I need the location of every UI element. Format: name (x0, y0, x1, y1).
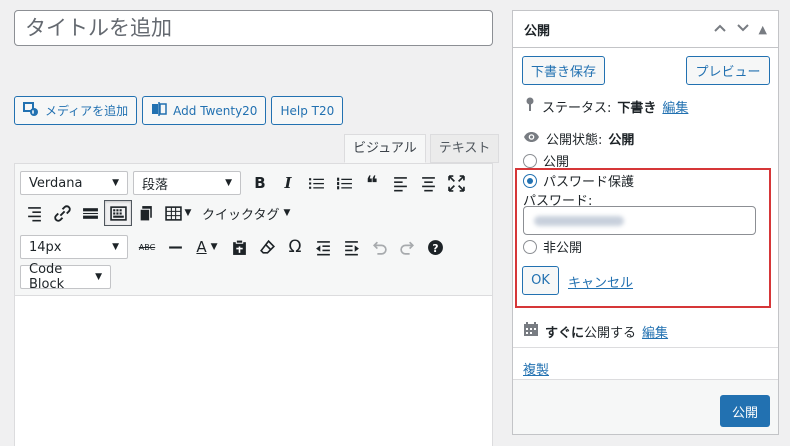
fullscreen-icon[interactable] (442, 170, 470, 196)
editor-tabs: ビジュアル テキスト (344, 134, 500, 163)
blockquote-icon[interactable]: ❝ (358, 170, 386, 196)
clear-formatting-icon[interactable] (253, 234, 281, 260)
ok-button[interactable]: OK (522, 266, 559, 295)
chevron-up-icon[interactable] (713, 23, 727, 36)
special-character-icon[interactable]: Ω (281, 234, 309, 260)
text-color-glyph: A (196, 238, 207, 256)
media-buttons: メディアを追加 Add Twenty20 Help T20 (14, 96, 344, 125)
chevron-down-icon: ▼ (283, 208, 291, 218)
status-value: 下書き (617, 100, 657, 116)
schedule-bold: すぐに (545, 325, 585, 341)
editor-toolbar: Verdana ▼ 段落 ▼ B I ❝ ▼ クイックタグ ▼ 14px ▼ ABC A… (15, 164, 492, 296)
save-draft-button[interactable]: 下書き保存 (522, 56, 605, 85)
align-left-icon[interactable] (386, 170, 414, 196)
cancel-label: キャンセル (568, 276, 634, 291)
link-icon[interactable] (48, 200, 76, 226)
block-format-value: 段落 (142, 177, 169, 193)
tab-visual[interactable]: ビジュアル (344, 134, 426, 163)
collapse-triangle-icon[interactable]: ▲ (759, 23, 767, 36)
code-block-select[interactable]: Code Block ▼ (20, 262, 111, 292)
help-icon[interactable]: ? (421, 234, 449, 260)
chevron-down-icon: ▼ (225, 178, 232, 188)
add-media-label: メディアを追加 (45, 104, 129, 118)
publish-box-title: 公開 (524, 23, 551, 39)
font-size-value: 14px (29, 239, 62, 255)
paste-text-icon[interactable] (225, 234, 253, 260)
divider (513, 347, 778, 348)
visibility-option-private[interactable]: 非公開 (523, 237, 582, 256)
chevron-down-icon: ▼ (184, 208, 192, 218)
duplicate-label: 複製 (523, 363, 550, 378)
help-t20-button[interactable]: Help T20 (271, 96, 344, 125)
media-icon (23, 101, 39, 120)
blurred-password (534, 215, 624, 226)
quicktags-menu[interactable]: クイックタグ ▼ (196, 204, 296, 223)
horizontal-line-icon[interactable] (161, 234, 189, 260)
numbered-list-icon[interactable] (330, 170, 358, 196)
toolbar-toggle-icon[interactable] (104, 200, 132, 226)
chevron-down-icon: ▼ (112, 242, 119, 252)
strikethrough-icon[interactable]: ABC (133, 234, 161, 260)
chevron-down-icon: ▼ (210, 242, 218, 252)
text-color-icon[interactable]: A ▼ (189, 234, 225, 260)
post-title-input[interactable]: タイトルを追加 (14, 10, 493, 46)
public-radio[interactable] (523, 153, 537, 168)
indent-icon[interactable] (337, 234, 365, 260)
quicktags-label: クイックタグ (202, 207, 280, 223)
align-center-icon[interactable] (414, 170, 442, 196)
read-more-icon[interactable] (76, 200, 104, 226)
editor-area[interactable]: Verdana ▼ 段落 ▼ B I ❝ ▼ クイックタグ ▼ 14px ▼ ABC A… (14, 163, 493, 446)
visibility-label: 公開状態: (546, 133, 603, 148)
add-twenty20-label: Add Twenty20 (173, 103, 258, 118)
status-row: ステータス: 下書き 編集 (524, 96, 688, 116)
password-input[interactable] (523, 206, 756, 235)
align-right-icon[interactable] (20, 200, 48, 226)
password-protect-label: パスワード保護 (543, 175, 635, 190)
eye-icon (523, 131, 540, 147)
visibility-value: 公開 (608, 133, 635, 148)
font-size-select[interactable]: 14px ▼ (20, 235, 128, 259)
font-family-select[interactable]: Verdana ▼ (20, 171, 128, 195)
bold-icon[interactable]: B (246, 170, 274, 196)
private-label: 非公開 (543, 241, 583, 256)
visibility-row: 公開状態: 公開 (523, 129, 634, 148)
duplicate-link[interactable]: 複製 (523, 359, 549, 378)
visibility-option-password[interactable]: パスワード保護 (523, 171, 634, 190)
twenty20-icon (151, 101, 167, 120)
publish-button[interactable]: 公開 (720, 395, 770, 427)
status-label: ステータス: (542, 100, 612, 116)
chevron-down-icon[interactable] (736, 23, 750, 36)
cancel-link[interactable]: キャンセル (568, 272, 633, 291)
preview-button[interactable]: プレビュー (686, 56, 770, 85)
svg-text:?: ? (432, 241, 438, 254)
add-twenty20-button[interactable]: Add Twenty20 (142, 96, 267, 125)
pin-icon (524, 96, 536, 116)
edit-status-link[interactable]: 編集 (662, 97, 688, 116)
password-radio[interactable] (523, 173, 537, 188)
bullet-list-icon[interactable] (302, 170, 330, 196)
publish-box-header: 公開 ▲ (513, 11, 778, 48)
edit-schedule-link[interactable]: 編集 (642, 322, 668, 341)
block-format-select[interactable]: 段落 ▼ (133, 171, 241, 195)
undo-icon[interactable] (365, 234, 393, 260)
private-radio[interactable] (523, 239, 537, 254)
calendar-icon (523, 321, 539, 341)
help-t20-label: Help T20 (280, 103, 335, 118)
chevron-down-icon: ▼ (112, 178, 119, 188)
schedule-row: すぐに 公開する 編集 (523, 321, 668, 341)
table-icon[interactable]: ▼ (160, 200, 196, 226)
code-block-value: Code Block (29, 262, 65, 292)
copy-icon[interactable] (132, 200, 160, 226)
tab-text[interactable]: テキスト (429, 134, 500, 163)
schedule-text: 公開する (584, 325, 637, 341)
font-family-value: Verdana (29, 175, 83, 191)
italic-icon[interactable]: I (274, 170, 302, 196)
box-controls: ▲ (713, 23, 767, 36)
chevron-down-icon: ▼ (95, 272, 102, 282)
add-media-button[interactable]: メディアを追加 (14, 96, 138, 125)
outdent-icon[interactable] (309, 234, 337, 260)
redo-icon[interactable] (393, 234, 421, 260)
